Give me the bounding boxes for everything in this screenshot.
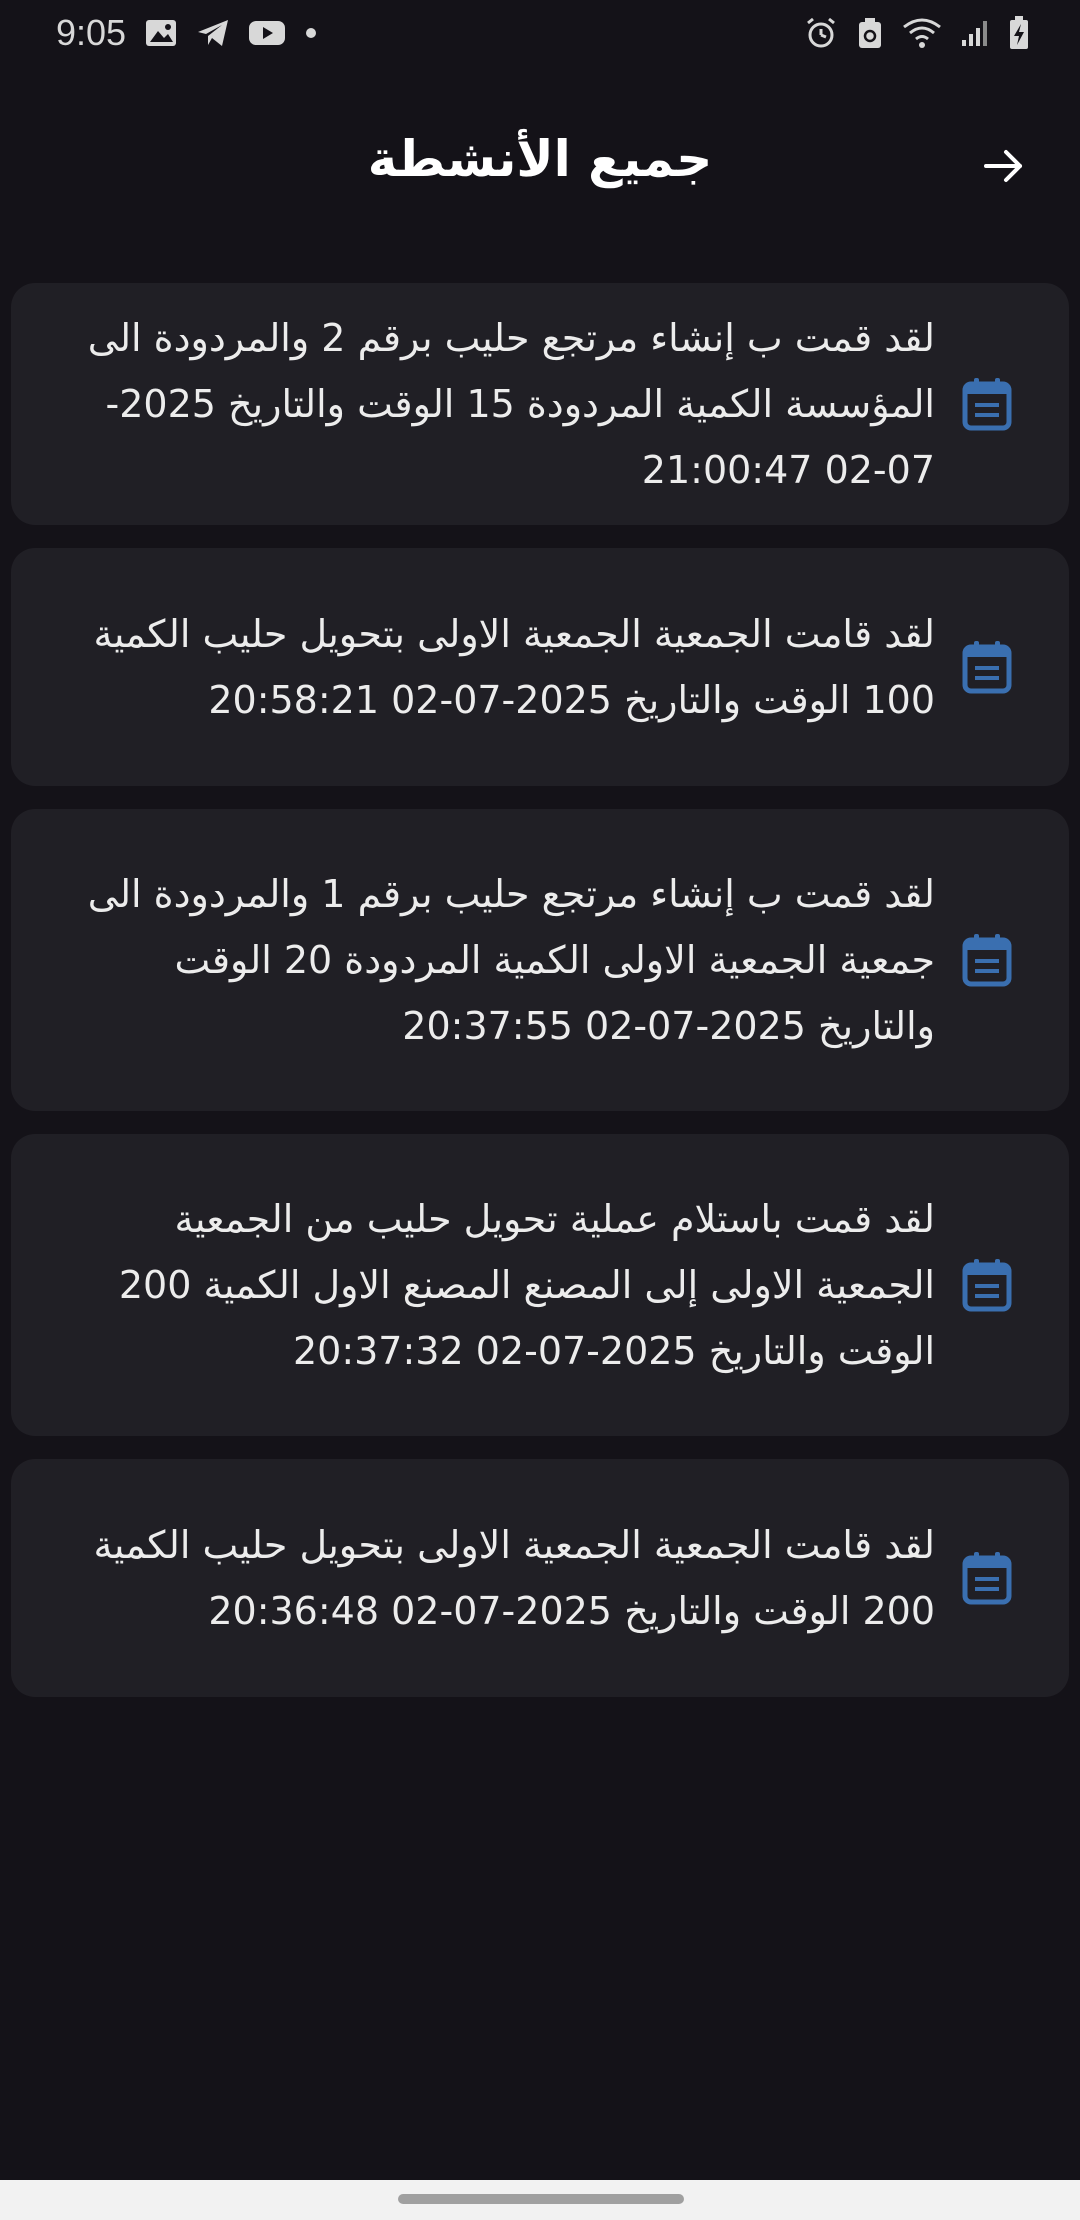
page-title: جميع الأنشطة [367,130,713,188]
home-gesture-handle[interactable] [398,2194,684,2204]
activity-text: لقد قمت ب إنشاء مرتجع حليب برقم 1 والمرد… [87,872,935,1048]
activity-item[interactable]: لقد قامت الجمعية الجمعية الاولى بتحويل ح… [11,548,1069,786]
notification-dot-icon [304,26,318,40]
activity-item[interactable]: لقد قمت ب إنشاء مرتجع حليب برقم 1 والمرد… [11,809,1069,1111]
activity-text: لقد قمت باستلام عملية تحويل حليب من الجم… [118,1197,935,1373]
calendar-icon [959,639,1015,695]
status-time: 9:05 [56,12,127,53]
telegram-icon [196,18,230,48]
activity-item[interactable]: لقد قمت باستلام عملية تحويل حليب من الجم… [11,1134,1069,1436]
calendar-icon [959,932,1015,988]
back-button[interactable] [972,136,1036,200]
calendar-icon [959,1257,1015,1313]
activity-item[interactable]: لقد قامت الجمعية الجمعية الاولى بتحويل ح… [11,1459,1069,1697]
battery-charging-icon [1008,15,1030,51]
status-left: 9:05 [56,12,318,54]
youtube-icon [248,19,286,47]
activity-text: لقد قمت ب إنشاء مرتجع حليب برقم 2 والمرد… [87,316,935,492]
signal-icon [960,18,990,48]
wifi-icon [902,17,942,49]
activity-text: لقد قامت الجمعية الجمعية الاولى بتحويل ح… [93,1523,936,1633]
recycle-icon [856,16,884,50]
calendar-icon [959,376,1015,432]
status-right [804,15,1030,51]
system-nav-bar [0,2180,1080,2220]
activity-text: لقد قامت الجمعية الجمعية الاولى بتحويل ح… [93,612,936,722]
activity-list: لقد قمت ب إنشاء مرتجع حليب برقم 2 والمرد… [11,283,1069,1720]
arrow-right-icon [980,142,1028,194]
alarm-icon [804,16,838,50]
app-bar: جميع الأنشطة [0,110,1080,230]
image-icon [144,18,178,48]
status-bar: 9:05 [0,0,1080,66]
activity-item[interactable]: لقد قمت ب إنشاء مرتجع حليب برقم 2 والمرد… [11,283,1069,525]
calendar-icon [959,1550,1015,1606]
